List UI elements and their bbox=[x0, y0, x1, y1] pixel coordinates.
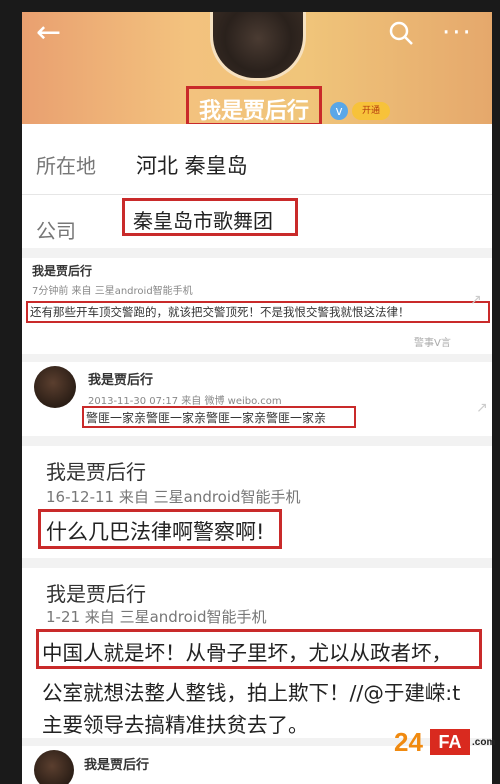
post-meta: 16-12-11 来自 三星android智能手机 bbox=[46, 488, 301, 506]
post-meta: 7分钟前 来自 三星android智能手机 bbox=[32, 286, 193, 297]
avatar[interactable] bbox=[34, 750, 74, 784]
company-highlight-box: 秦皇岛市歌舞团 bbox=[122, 198, 298, 236]
post-author: 我是贾后行 bbox=[32, 264, 93, 278]
post-meta: 2013-11-30 07:17 来自 微博 weibo.com bbox=[88, 396, 282, 407]
section-separator bbox=[22, 248, 492, 258]
post-text: 什么几巴法律啊警察啊! bbox=[46, 520, 265, 544]
profile-header: ← ··· 我是贾后行 v 开通 bbox=[22, 12, 492, 126]
nickname: 我是贾后行 bbox=[199, 99, 310, 124]
share-icon[interactable]: ↗ bbox=[470, 292, 482, 308]
screenshot-frame: ← ··· 我是贾后行 v 开通 所在地 河北 秦皇岛 公司 秦皇岛市歌舞团 我… bbox=[22, 12, 492, 784]
logo-com: .com bbox=[472, 737, 496, 748]
avatar[interactable] bbox=[210, 12, 306, 81]
section-separator bbox=[22, 354, 492, 362]
section-separator bbox=[22, 436, 492, 446]
site-watermark-logo: 24 FA .com bbox=[394, 727, 495, 761]
post-text-line3: 主要领导去搞精准扶贫去了。 bbox=[42, 713, 309, 737]
company-label: 公司 bbox=[36, 219, 76, 243]
logo-number: 24 bbox=[394, 727, 423, 757]
post-author: 我是贾后行 bbox=[88, 373, 154, 388]
post-meta: 1-21 来自 三星android智能手机 bbox=[46, 608, 267, 626]
logo-fa: FA bbox=[430, 729, 470, 755]
post-text: 警匪一家亲警匪一家亲警匪一家亲警匪一家亲 bbox=[86, 411, 327, 425]
location-value: 河北 秦皇岛 bbox=[136, 154, 248, 178]
watermark: 警事V言 bbox=[414, 338, 451, 349]
location-label: 所在地 bbox=[36, 154, 96, 178]
more-icon[interactable]: ··· bbox=[442, 18, 482, 48]
post-text: 还有那些开车顶交警跑的，就该把交警顶死！不是我恨交警我就恨这法律！ bbox=[30, 305, 410, 319]
company-value: 秦皇岛市歌舞团 bbox=[133, 209, 273, 233]
post-author: 我是贾后行 bbox=[84, 758, 150, 773]
post-text-line1: 中国人就是坏！从骨子里坏，尤以从政者坏， bbox=[42, 641, 452, 665]
back-icon[interactable]: ← bbox=[36, 18, 76, 52]
post-author: 我是贾后行 bbox=[46, 460, 146, 484]
post-author: 我是贾后行 bbox=[46, 582, 146, 606]
search-icon[interactable] bbox=[388, 20, 418, 50]
share-icon[interactable]: ↗ bbox=[476, 400, 488, 416]
verified-badge: v bbox=[330, 102, 348, 120]
location-row: 所在地 河北 秦皇岛 bbox=[22, 124, 492, 194]
nickname-highlight-box: 我是贾后行 bbox=[186, 86, 322, 126]
avatar[interactable] bbox=[34, 366, 76, 408]
post-text-line2: 公室就想法整人整钱，拍上欺下！//@于建嵘:t bbox=[42, 681, 461, 705]
section-separator bbox=[22, 558, 492, 568]
vip-badge[interactable]: 开通 bbox=[352, 102, 390, 120]
